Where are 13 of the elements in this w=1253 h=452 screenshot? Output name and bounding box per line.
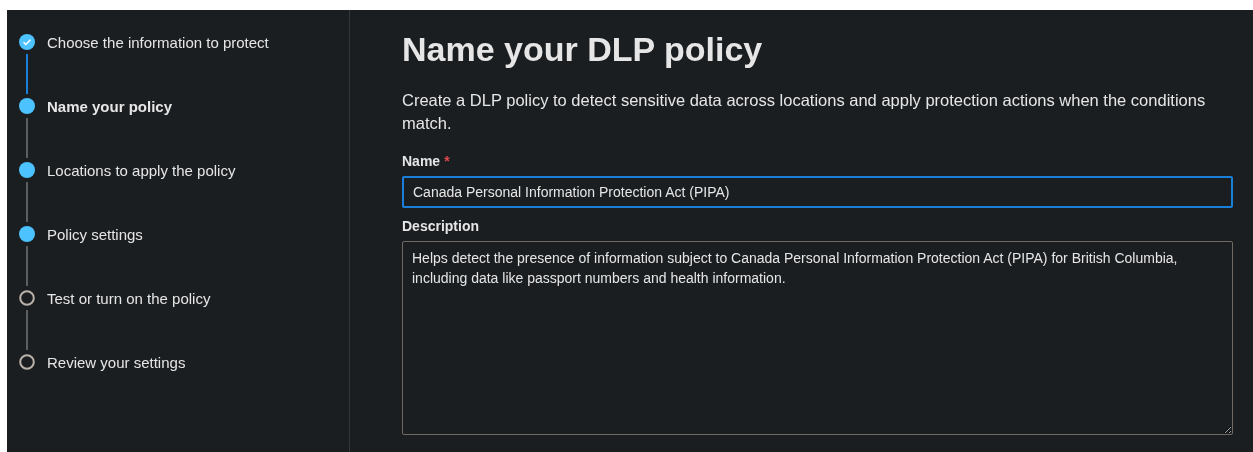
step-label[interactable]: Review your settings (47, 353, 186, 371)
step-label[interactable]: Name your policy (47, 97, 173, 115)
step-label[interactable]: Locations to apply the policy (47, 161, 236, 179)
page-title: Name your DLP policy (402, 30, 764, 69)
step-label[interactable]: Test or turn on the policy (47, 289, 211, 307)
step-label[interactable]: Policy settings (47, 225, 143, 243)
description-field[interactable]: Helps detect the presence of information subject to Canada Personal Information Protection Act (PIPA) for British Columbia, including data like passport numbers and health information. (402, 241, 1233, 435)
name-input-field[interactable]: Canada Personal Information Protection Act (PIPA) (402, 176, 1233, 208)
field-label: Name (402, 153, 441, 169)
intro-text: Create a DLP policy to detect sensitive data across locations and apply protection actions when the conditions match. (402, 90, 1207, 134)
field-label: Description (402, 218, 479, 234)
required-mark: * (444, 153, 450, 169)
step-label[interactable]: Choose the information to protect (47, 33, 269, 51)
